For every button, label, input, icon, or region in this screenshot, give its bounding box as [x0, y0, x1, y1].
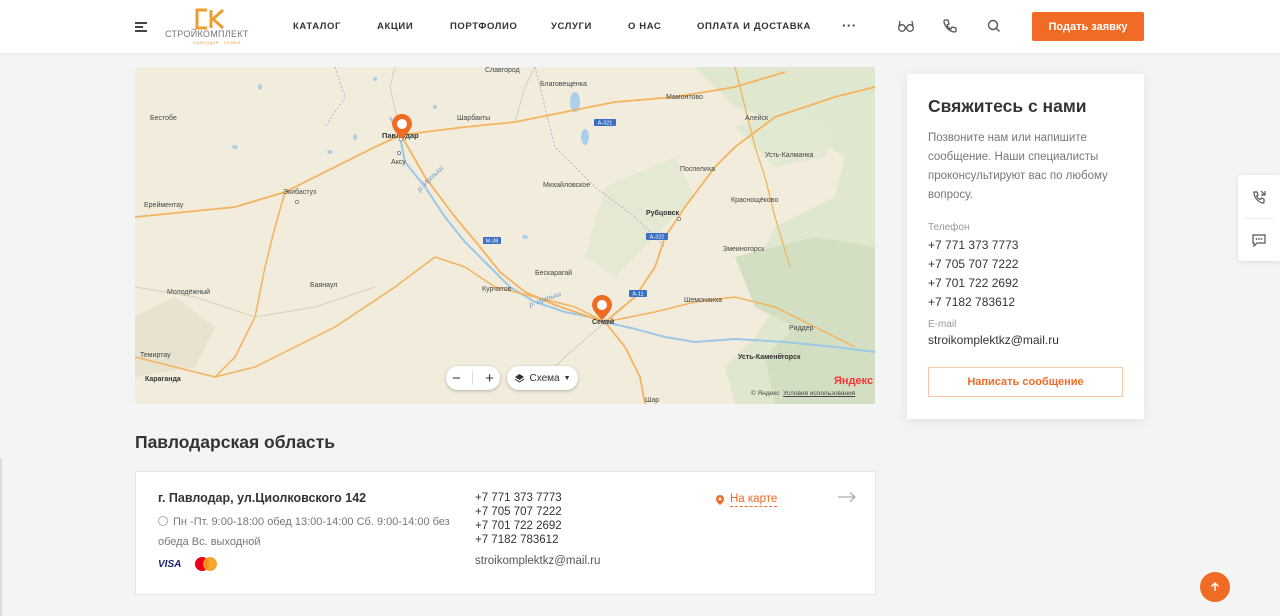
map-label: Шар — [645, 397, 659, 404]
map-label: Риддер — [789, 325, 814, 332]
map-label: Мамонтово — [666, 94, 703, 101]
menu-icon[interactable] — [135, 22, 147, 32]
callback-icon[interactable] — [1251, 189, 1267, 205]
apply-button[interactable]: Подать заявку — [1032, 12, 1144, 41]
map-label: Усть-Каменогорск — [738, 354, 801, 361]
yandex-logo[interactable]: Яндекс — [834, 375, 873, 387]
contact-phone[interactable]: +7 705 707 7222 — [928, 255, 1018, 274]
office-phone[interactable]: +7 705 707 7222 — [475, 505, 562, 519]
site-header: СТРОЙКОМПЛЕКТ ПАВЛОДАР · СЕМЕЙ КАТАЛОГ А… — [0, 0, 1280, 53]
map-label: Баянаул — [310, 282, 337, 289]
scroll-to-top-button[interactable] — [1200, 572, 1230, 602]
contact-phone[interactable]: +7 771 373 7773 — [928, 236, 1018, 255]
nav-services[interactable]: УСЛУГИ — [551, 21, 592, 32]
map-label: Рубцовск — [646, 209, 679, 217]
map-label: Бестобе — [150, 114, 177, 122]
contact-phone[interactable]: +7 701 722 2692 — [928, 274, 1018, 293]
contact-phones: +7 771 373 7773 +7 705 707 7222 +7 701 7… — [928, 236, 1018, 312]
zoom-in-button[interactable]: + — [485, 370, 494, 387]
nav-promotions[interactable]: АКЦИИ — [377, 21, 413, 32]
office-hours: Пн -Пт. 9:00-18:00 обед 13:00-14:00 Сб. … — [158, 516, 450, 548]
contact-title: Свяжитесь с нами — [928, 96, 1087, 116]
zoom-out-button[interactable]: − — [452, 370, 461, 387]
map-terms-link[interactable]: Условия использования — [783, 390, 855, 397]
office-phone[interactable]: +7 7182 783612 — [475, 533, 562, 547]
map-label: Караганда — [145, 376, 181, 383]
map-label: Усть-Калманка — [765, 152, 814, 159]
map-label: Михайловское — [543, 181, 590, 189]
chat-icon[interactable] — [1251, 232, 1267, 248]
map-label: Краснощёково — [731, 197, 778, 204]
office-phones: +7 771 373 7773 +7 705 707 7222 +7 701 7… — [475, 491, 562, 547]
write-message-button[interactable]: Написать сообщение — [928, 367, 1123, 397]
page-edge-divider — [0, 458, 2, 616]
side-toolbar — [1238, 175, 1280, 261]
map-label: Семей — [592, 318, 614, 326]
region-title: Павлодарская область — [135, 432, 335, 452]
nav-payment-delivery[interactable]: ОПЛАТА И ДОСТАВКА — [697, 21, 811, 32]
office-phone[interactable]: +7 771 373 7773 — [475, 491, 562, 505]
nav-portfolio[interactable]: ПОРТФОЛИО — [450, 21, 517, 32]
map-label: Молодёжный — [167, 288, 210, 296]
map[interactable]: А-321 М-38 А-322 А-11 Бестобе Павлодар А… — [135, 67, 875, 404]
contact-phone[interactable]: +7 7182 783612 — [928, 293, 1018, 312]
map-label: Поспелиха — [680, 166, 715, 173]
on-map-link[interactable]: На карте — [716, 493, 778, 507]
email-label: E-mail — [928, 319, 957, 330]
road-label: А-321 — [598, 121, 613, 127]
nav-catalog[interactable]: КАТАЛОГ — [293, 21, 341, 32]
map-label: Змеиногорск — [723, 246, 765, 253]
map-layer-label: Схема — [529, 372, 560, 384]
visa-icon: VISA — [158, 558, 182, 570]
map-label: Бескарагай — [535, 269, 572, 277]
road-label: М-38 — [486, 239, 499, 245]
map-label: Шемонаиха — [684, 297, 722, 304]
payment-methods: VISA — [158, 557, 218, 571]
nav-about[interactable]: О НАС — [628, 21, 661, 32]
map-label: Темиртау — [140, 352, 171, 359]
glasses-icon[interactable] — [897, 17, 915, 35]
search-icon[interactable] — [985, 17, 1003, 35]
map-copyright: © Яндекс Условия использования — [751, 390, 856, 397]
office-phone[interactable]: +7 701 722 2692 — [475, 519, 562, 533]
office-card: г. Павлодар, ул.Циолковского 142 Пн -Пт.… — [135, 471, 876, 595]
office-address: г. Павлодар, ул.Циолковского 142 — [158, 491, 367, 505]
mastercard-icon — [195, 557, 218, 571]
road-label: А-11 — [632, 292, 643, 298]
contact-description: Позвоните нам или напишите сообщение. На… — [928, 132, 1108, 201]
logo-text: СТРОЙКОМПЛЕКТ — [165, 29, 249, 39]
clock-icon — [158, 516, 168, 526]
phone-label: Телефон — [928, 222, 970, 233]
contact-panel: Свяжитесь с нами Позвоните нам или напиш… — [907, 74, 1144, 419]
map-label: Алейск — [745, 114, 769, 122]
map-label: Благовещенка — [540, 81, 587, 88]
pin-icon — [716, 495, 724, 505]
office-email[interactable]: stroikomplektkz@mail.ru — [475, 555, 600, 567]
contact-email[interactable]: stroikomplektkz@mail.ru — [928, 333, 1059, 347]
chevron-down-icon: ▼ — [563, 374, 571, 382]
map-label: Шарбакты — [457, 114, 490, 122]
map-label: Аксу — [391, 159, 406, 166]
layers-icon — [515, 373, 525, 383]
logo-subtitle: ПАВЛОДАР · СЕМЕЙ — [193, 40, 241, 45]
map-label: Курчатов — [482, 286, 512, 293]
arrow-up-icon — [1210, 581, 1220, 591]
phone-icon[interactable] — [941, 17, 959, 35]
arrow-right-icon[interactable] — [837, 491, 857, 503]
map-layer-select[interactable]: Схема ▼ — [507, 366, 578, 390]
map-label: Славгород — [485, 67, 520, 74]
road-label: А-322 — [650, 235, 665, 241]
zoom-control: − + — [446, 366, 500, 390]
logo[interactable]: СТРОЙКОМПЛЕКТ ПАВЛОДАР · СЕМЕЙ — [163, 6, 255, 46]
map-label: Ерейментау — [144, 201, 184, 209]
map-label: Экибастуз — [283, 188, 316, 196]
nav-more[interactable]: ··· — [842, 18, 857, 33]
